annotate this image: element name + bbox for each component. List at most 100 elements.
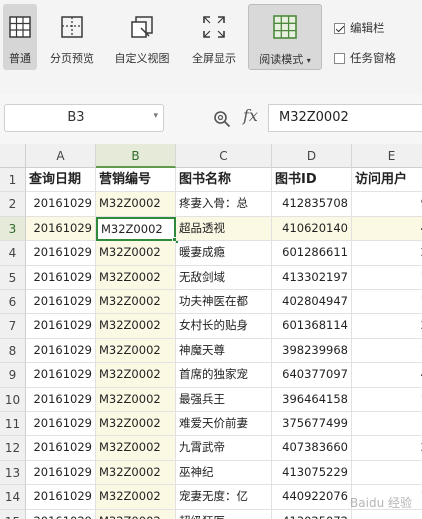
- page-break-preview-button[interactable]: 分页预览: [42, 4, 102, 70]
- cell-e13[interactable]: [352, 461, 422, 486]
- header-cell-d[interactable]: 图书ID: [272, 168, 352, 193]
- cell-b8[interactable]: M32Z0002: [96, 338, 176, 364]
- cell-c11[interactable]: 难爱天价前妻: [176, 412, 272, 437]
- cell-a3[interactable]: 20161029: [26, 216, 96, 242]
- row-header-7[interactable]: 7: [0, 314, 26, 339]
- cell-e9[interactable]: 4: [352, 363, 422, 388]
- cell-c15[interactable]: 超级狂医: [176, 509, 272, 519]
- cell-a15[interactable]: 20161029: [26, 509, 96, 519]
- row-header-14[interactable]: 14: [0, 485, 26, 510]
- cell-c10[interactable]: 最强兵王: [176, 387, 272, 412]
- cell-e8[interactable]: 1: [352, 339, 422, 364]
- cell-b10[interactable]: M32Z0002: [96, 387, 176, 412]
- cell-d5[interactable]: 413302197: [272, 265, 352, 290]
- cell-c14[interactable]: 宠妻无度：亿: [176, 485, 272, 510]
- cell-d8[interactable]: 398239968: [272, 338, 352, 364]
- row-header-3[interactable]: 3: [0, 216, 26, 242]
- row-header-4[interactable]: 4: [0, 241, 26, 266]
- row-header-13[interactable]: 13: [0, 460, 26, 486]
- row-header-10[interactable]: 10: [0, 387, 26, 412]
- reading-mode-button[interactable]: 阅读模式 ▾: [248, 4, 322, 70]
- cell-d9[interactable]: 640377097: [272, 363, 352, 388]
- cell-e12[interactable]: 2: [352, 436, 422, 461]
- row-header-2[interactable]: 2: [0, 192, 26, 217]
- cell-e4[interactable]: 2: [352, 241, 422, 266]
- cell-d7[interactable]: 601368114: [272, 314, 352, 339]
- cell-a8[interactable]: 20161029: [26, 338, 96, 364]
- cell-b7[interactable]: M32Z0002: [96, 314, 176, 339]
- cell-a6[interactable]: 20161029: [26, 290, 96, 315]
- row-header-15[interactable]: 15: [0, 509, 26, 519]
- cell-b9[interactable]: M32Z0002: [96, 363, 176, 388]
- cell-e5[interactable]: 1: [352, 266, 422, 290]
- column-header-a[interactable]: A: [26, 144, 96, 168]
- column-header-c[interactable]: C: [176, 144, 272, 168]
- cell-c4[interactable]: 暖妻成瘾: [176, 241, 272, 266]
- row-header-8[interactable]: 8: [0, 338, 26, 364]
- cell-a14[interactable]: 20161029: [26, 485, 96, 510]
- cell-b3[interactable]: M32Z0002: [96, 216, 176, 242]
- cell-d15[interactable]: 413025072: [272, 509, 352, 519]
- cell-b11[interactable]: M32Z0002: [96, 412, 176, 437]
- column-header-e[interactable]: E: [352, 144, 422, 168]
- cell-d14[interactable]: 440922076: [272, 485, 352, 510]
- cell-b15[interactable]: M32Z0002: [96, 509, 176, 519]
- column-header-b[interactable]: B: [96, 144, 176, 168]
- row-header-6[interactable]: 6: [0, 290, 26, 315]
- cell-c5[interactable]: 无敌剑域: [176, 265, 272, 290]
- cell-d11[interactable]: 375677499: [272, 412, 352, 437]
- normal-view-button[interactable]: 普通: [3, 4, 37, 70]
- cell-d4[interactable]: 601286611: [272, 241, 352, 266]
- cell-c13[interactable]: 巫神纪: [176, 460, 272, 486]
- cell-c6[interactable]: 功夫神医在都: [176, 290, 272, 315]
- cell-e7[interactable]: 2: [352, 314, 422, 339]
- cell-a4[interactable]: 20161029: [26, 241, 96, 266]
- cell-c2[interactable]: 疼妻入骨：总: [176, 192, 272, 217]
- task-pane-toggle[interactable]: 任务窗格: [334, 49, 396, 67]
- formula-input[interactable]: M32Z0002: [268, 104, 422, 132]
- header-cell-a[interactable]: 查询日期: [26, 168, 96, 193]
- cell-b14[interactable]: M32Z0002: [96, 485, 176, 510]
- cell-c7[interactable]: 女村长的贴身: [176, 314, 272, 339]
- row-header-1[interactable]: 1: [0, 168, 26, 193]
- cell-b2[interactable]: M32Z0002: [96, 192, 176, 217]
- header-cell-c[interactable]: 图书名称: [176, 168, 272, 193]
- cell-e15[interactable]: [352, 510, 422, 519]
- cell-d6[interactable]: 402804947: [272, 290, 352, 315]
- cell-c8[interactable]: 神魔天尊: [176, 338, 272, 364]
- zoom-search-icon[interactable]: [213, 110, 231, 128]
- cell-b13[interactable]: M32Z0002: [96, 460, 176, 486]
- cell-a12[interactable]: 20161029: [26, 436, 96, 461]
- column-header-d[interactable]: D: [272, 144, 352, 168]
- cell-e11[interactable]: [352, 412, 422, 437]
- cell-b12[interactable]: M32Z0002: [96, 436, 176, 461]
- select-all-corner[interactable]: [0, 144, 26, 168]
- cell-a9[interactable]: 20161029: [26, 363, 96, 388]
- cell-d12[interactable]: 407383660: [272, 436, 352, 461]
- cell-b4[interactable]: M32Z0002: [96, 241, 176, 266]
- cell-d13[interactable]: 413075229: [272, 460, 352, 486]
- row-header-12[interactable]: 12: [0, 436, 26, 461]
- cell-c3[interactable]: 超品透视: [176, 216, 272, 242]
- header-cell-b[interactable]: 营销编号: [96, 168, 176, 193]
- row-header-11[interactable]: 11: [0, 412, 26, 437]
- cell-c12[interactable]: 九霄武帝: [176, 436, 272, 461]
- cell-e10[interactable]: 1: [352, 388, 422, 412]
- header-cell-e[interactable]: 访问用户: [352, 168, 422, 193]
- cell-a13[interactable]: 20161029: [26, 460, 96, 486]
- formula-bar-toggle[interactable]: 编辑栏: [334, 19, 385, 37]
- cell-a7[interactable]: 20161029: [26, 314, 96, 339]
- fx-icon[interactable]: fx: [243, 106, 258, 125]
- name-box[interactable]: B3 ▾: [4, 104, 164, 132]
- cell-c9[interactable]: 首席的独家宠: [176, 363, 272, 388]
- cell-b6[interactable]: M32Z0002: [96, 290, 176, 315]
- cell-d3[interactable]: 410620140: [272, 216, 352, 242]
- cell-a5[interactable]: 20161029: [26, 265, 96, 290]
- cell-a2[interactable]: 20161029: [26, 192, 96, 217]
- cell-e3[interactable]: 4: [352, 216, 422, 242]
- custom-view-button[interactable]: 自定义视图: [106, 4, 178, 70]
- chevron-down-icon[interactable]: ▾: [153, 111, 158, 121]
- row-header-9[interactable]: 9: [0, 363, 26, 388]
- cell-d2[interactable]: 412835708: [272, 192, 352, 217]
- fullscreen-button[interactable]: 全屏显示: [184, 4, 244, 70]
